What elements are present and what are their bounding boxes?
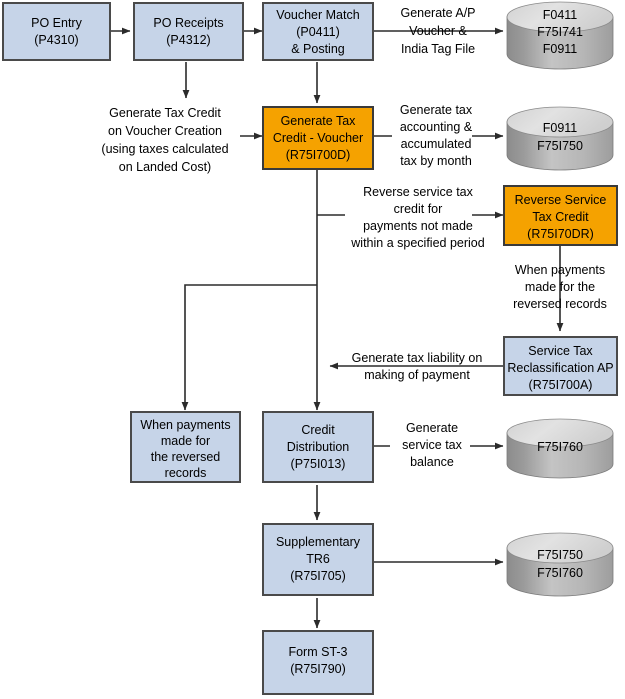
node-form-st3[interactable]: Form ST-3 (R75I790) — [262, 630, 374, 695]
node-generate-tax-credit-line-1: Credit - Voucher — [273, 131, 363, 145]
label-reverse-service-tax-credit-line-1: credit for — [394, 202, 443, 216]
node-when-payments-made[interactable]: When payments made for the reversed reco… — [130, 411, 241, 483]
label-generate-tax-accounting-line-2: accumulated — [401, 137, 472, 151]
node-service-tax-reclassification[interactable]: Service Tax Reclassification AP (R75I700… — [503, 336, 618, 396]
label-generate-tax-credit-voucher-creation-line-1: on Voucher Creation — [108, 124, 222, 138]
node-service-tax-reclassification-line-2: (R75I700A) — [529, 378, 593, 392]
label-generate-tax-credit-voucher-creation: Generate Tax Credit on Voucher Creation … — [101, 106, 228, 174]
node-when-payments-made-line-3: records — [165, 466, 207, 480]
flowchart-diagram: F0411 F75I741 F0911 F0911 F75I750 F75I76… — [0, 0, 625, 699]
node-reverse-service-tax-credit[interactable]: Reverse Service Tax Credit (R75I70DR) — [503, 185, 618, 246]
node-reverse-service-tax-credit-line-0: Reverse Service — [515, 193, 607, 207]
node-when-payments-made-line-2: the reversed — [151, 450, 221, 464]
label-generate-tax-liability-line-0: Generate tax liability on — [352, 351, 483, 365]
label-when-payments-reversed: When payments made for the reversed reco… — [513, 263, 607, 311]
label-generate-ap-voucher-line-1: Voucher & — [409, 24, 467, 38]
label-generate-ap-voucher-line-0: Generate A/P — [400, 6, 475, 20]
db-tr6-line-1: F75I760 — [537, 566, 583, 580]
label-generate-ap-voucher: Generate A/P Voucher & India Tag File — [400, 6, 475, 56]
label-reverse-service-tax-credit: Reverse service tax credit for payments … — [350, 185, 484, 250]
node-credit-distribution-line-0: Credit — [301, 423, 335, 437]
label-generate-service-tax-balance-line-2: balance — [410, 455, 454, 469]
db-top: F0411 F75I741 F0911 — [506, 1, 614, 70]
node-po-receipts-line-1: (P4312) — [166, 33, 210, 47]
node-reverse-service-tax-credit-line-2: (R75I70DR) — [527, 227, 594, 241]
node-generate-tax-credit-line-2: (R75I700D) — [286, 148, 351, 162]
node-credit-distribution-line-2: (P75I013) — [291, 457, 346, 471]
node-supplementary-tr6-line-2: (R75I705) — [290, 569, 346, 583]
db-credit: F75I760 — [506, 418, 614, 479]
node-supplementary-tr6-line-0: Supplementary — [276, 535, 361, 549]
node-credit-distribution-line-1: Distribution — [287, 440, 350, 454]
edge-spine-to-when-payments — [181, 284, 317, 411]
label-when-payments-reversed-line-0: When payments — [515, 263, 605, 277]
node-po-receipts[interactable]: PO Receipts (P4312) — [133, 2, 244, 61]
node-reverse-service-tax-credit-line-1: Tax Credit — [532, 210, 589, 224]
label-when-payments-reversed-line-1: made for the — [525, 280, 595, 294]
label-when-payments-reversed-line-2: reversed records — [513, 297, 607, 311]
node-voucher-match[interactable]: Voucher Match (P0411) & Posting — [262, 2, 374, 61]
label-generate-tax-accounting-line-0: Generate tax — [400, 103, 473, 117]
label-generate-tax-credit-voucher-creation-line-0: Generate Tax Credit — [109, 106, 221, 120]
node-credit-distribution[interactable]: Credit Distribution (P75I013) — [262, 411, 374, 483]
db-tr6: F75I750 F75I760 — [506, 532, 614, 597]
node-voucher-match-line-0: Voucher Match — [276, 8, 359, 22]
node-po-receipts-line-0: PO Receipts — [153, 16, 223, 30]
db-top-line-2: F0911 — [543, 42, 578, 56]
node-voucher-match-line-2: & Posting — [291, 42, 345, 56]
label-generate-service-tax-balance-line-1: service tax — [402, 438, 462, 452]
node-service-tax-reclassification-line-1: Reclassification AP — [507, 361, 613, 375]
label-reverse-service-tax-credit-line-2: payments not made — [363, 219, 473, 233]
db-top-line-0: F0411 — [543, 8, 578, 22]
db-mid-line-0: F0911 — [543, 121, 578, 135]
label-generate-ap-voucher-line-2: India Tag File — [401, 42, 475, 56]
flowchart-canvas: F0411 F75I741 F0911 F0911 F75I750 F75I76… — [2, 1, 618, 695]
node-supplementary-tr6-line-1: TR6 — [306, 552, 330, 566]
label-generate-service-tax-balance-line-0: Generate — [406, 421, 458, 435]
node-po-entry[interactable]: PO Entry (P4310) — [2, 2, 111, 61]
node-voucher-match-line-1: (P0411) — [296, 25, 340, 39]
db-tr6-line-0: F75I750 — [537, 548, 583, 562]
node-form-st3-line-1: (R75I790) — [290, 662, 346, 676]
label-generate-tax-accounting-line-1: accounting & — [400, 120, 473, 134]
label-reverse-service-tax-credit-line-3: within a specified period — [350, 236, 484, 250]
label-generate-tax-accounting-line-3: tax by month — [400, 154, 472, 168]
db-mid-line-1: F75I750 — [537, 139, 583, 153]
db-mid: F0911 F75I750 — [506, 106, 614, 171]
label-generate-service-tax-balance: Generate service tax balance — [402, 421, 462, 469]
db-credit-line-0: F75I760 — [537, 440, 583, 454]
node-supplementary-tr6[interactable]: Supplementary TR6 (R75I705) — [262, 523, 374, 596]
node-po-entry-line-0: PO Entry — [31, 16, 82, 30]
label-generate-tax-liability-line-1: making of payment — [364, 368, 470, 382]
node-form-st3-line-0: Form ST-3 — [288, 645, 347, 659]
node-po-entry-line-1: (P4310) — [34, 33, 78, 47]
node-when-payments-made-line-0: When payments — [140, 418, 230, 432]
node-generate-tax-credit-line-0: Generate Tax — [281, 114, 357, 128]
db-top-line-1: F75I741 — [537, 25, 583, 39]
node-when-payments-made-line-1: made for — [161, 434, 210, 448]
node-service-tax-reclassification-line-0: Service Tax — [528, 344, 593, 358]
node-generate-tax-credit[interactable]: Generate Tax Credit - Voucher (R75I700D) — [262, 106, 374, 170]
label-generate-tax-credit-voucher-creation-line-3: on Landed Cost) — [119, 160, 211, 174]
label-generate-tax-credit-voucher-creation-line-2: (using taxes calculated — [101, 142, 228, 156]
label-reverse-service-tax-credit-line-0: Reverse service tax — [363, 185, 474, 199]
label-generate-tax-accounting: Generate tax accounting & accumulated ta… — [400, 103, 473, 168]
